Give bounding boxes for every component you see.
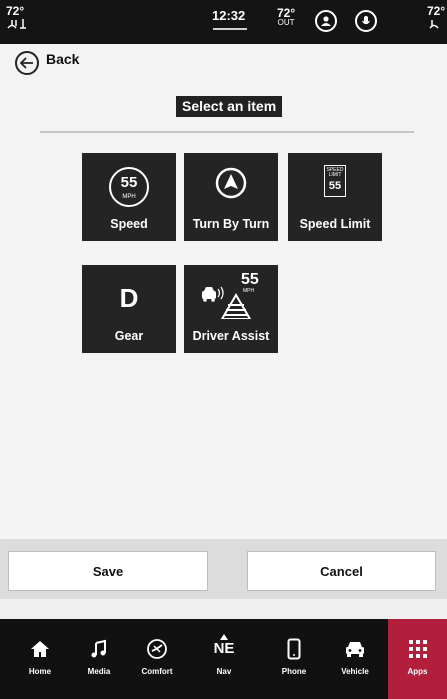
tile-label: Speed Limit (299, 217, 371, 231)
nav-vehicle[interactable]: Vehicle (329, 619, 381, 699)
user-profile-icon[interactable] (315, 10, 337, 32)
tile-label: Driver Assist (192, 329, 270, 343)
nav-label: Vehicle (341, 667, 369, 676)
footer-spacer (0, 599, 447, 619)
passenger-climate[interactable]: 72° (427, 5, 447, 35)
nav-nav[interactable]: NE Nav (198, 619, 250, 699)
speed-unit: MPH (122, 194, 136, 200)
tile-speed-limit[interactable]: SPEED LIMIT 55 Speed Limit (288, 153, 382, 241)
cancel-button[interactable]: Cancel (247, 551, 436, 591)
seat-heat-icon (6, 17, 46, 35)
navigation-arrow-icon (184, 167, 278, 199)
nav-phone[interactable]: Phone (268, 619, 320, 699)
gear-d-icon: D (82, 283, 176, 313)
outside-temp: 72° OUT (277, 6, 296, 28)
tile-label: Turn By Turn (192, 217, 270, 231)
page-title: Select an item (176, 96, 283, 117)
sign-limit-text: LIMIT (328, 172, 342, 178)
nav-media[interactable]: Media (73, 619, 125, 699)
nav-label: Nav (216, 667, 232, 676)
speed-value: 55 (120, 174, 138, 191)
status-bar: 72° 12:32 72° OUT 72° (0, 0, 447, 44)
back-button[interactable]: Back (15, 51, 79, 75)
back-arrow-icon (15, 51, 39, 75)
bottom-nav: Home Media Comfort NE Nav Phone Vehicle (0, 619, 447, 699)
microphone-icon[interactable] (355, 10, 377, 32)
compass-icon: NE (213, 631, 235, 661)
nav-label: Comfort (141, 667, 173, 676)
apps-grid-icon (408, 637, 427, 661)
nav-label: Media (87, 667, 111, 676)
vehicle-icon (344, 637, 366, 661)
speed-limit-sign-icon: SPEED LIMIT 55 (288, 165, 382, 197)
save-button[interactable]: Save (8, 551, 208, 591)
sign-limit-value: 55 (328, 180, 342, 192)
music-note-icon (89, 637, 109, 661)
phone-icon (287, 637, 301, 661)
outside-temp-label: OUT (277, 18, 295, 27)
driver-assist-speed: 55 (241, 271, 259, 288)
tile-speed[interactable]: 55 MPH Speed (82, 153, 176, 241)
tile-gear[interactable]: D Gear (82, 265, 176, 353)
speedometer-55-mph-icon: 55 MPH (82, 167, 176, 207)
compass-heading: NE (213, 640, 235, 657)
title-divider (40, 131, 414, 133)
back-label: Back (46, 51, 80, 67)
driver-climate[interactable]: 72° (6, 5, 46, 35)
nav-label: Home (28, 667, 52, 676)
passenger-temp: 72° (427, 5, 446, 18)
driver-assist-unit: MPH (243, 288, 255, 294)
clock-underline (213, 28, 247, 30)
selection-panel: Back Select an item 55 MPH Speed Turn By… (0, 44, 447, 599)
nav-apps[interactable]: Apps (388, 619, 447, 699)
passenger-seat-icon (427, 17, 447, 35)
nav-label: Apps (407, 667, 428, 676)
driver-temp: 72° (6, 4, 25, 18)
nav-label: Phone (281, 667, 307, 676)
nav-home[interactable]: Home (14, 619, 66, 699)
tile-label: Gear (114, 329, 144, 343)
driver-assist-icon: 55 MPH (184, 271, 278, 319)
outside-temp-value: 72° (277, 6, 296, 20)
tile-turn-by-turn[interactable]: Turn By Turn (184, 153, 278, 241)
gear-value: D (119, 283, 139, 313)
comfort-icon (146, 637, 168, 661)
action-footer: Save Cancel (0, 539, 447, 599)
home-icon (30, 637, 50, 661)
nav-comfort[interactable]: Comfort (131, 619, 183, 699)
clock: 12:32 (212, 8, 246, 23)
tile-driver-assist[interactable]: 55 MPH Driver Assist (184, 265, 278, 353)
tile-label: Speed (110, 217, 148, 231)
